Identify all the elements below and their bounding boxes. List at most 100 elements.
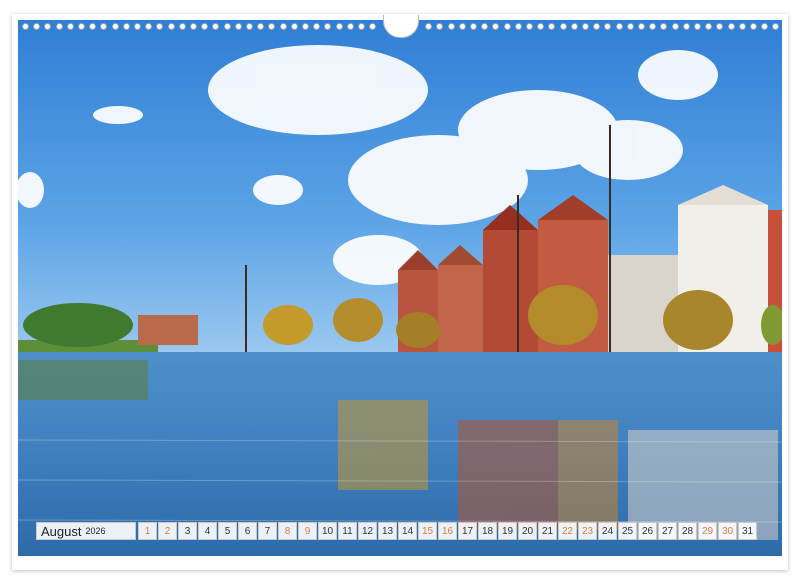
binding-hole — [156, 23, 164, 30]
binding-hole — [559, 23, 567, 30]
day-cell: 13 — [378, 522, 397, 540]
harbour-photo — [18, 20, 782, 556]
binding-hole — [111, 23, 119, 30]
binding-hole — [503, 23, 511, 30]
binding-hole — [234, 23, 242, 30]
binding-hole — [750, 23, 757, 30]
binding-hole — [167, 23, 175, 30]
binding-hole — [246, 23, 253, 30]
binding-hole — [660, 23, 668, 30]
day-cell: 10 — [318, 522, 337, 540]
day-cell: 24 — [598, 522, 617, 540]
binding-hole — [593, 23, 601, 30]
binding-hole — [649, 23, 657, 30]
binding-hole — [268, 23, 276, 30]
day-cell: 4 — [198, 522, 217, 540]
binding-hole — [335, 23, 343, 30]
day-cell: 22 — [558, 522, 577, 540]
day-cell: 16 — [438, 522, 457, 540]
day-cell: 6 — [238, 522, 257, 540]
binding-hole — [615, 23, 623, 30]
binding-hole — [369, 23, 377, 30]
binding-hole — [55, 23, 63, 30]
binding-hole — [716, 23, 724, 30]
binding-hole — [257, 23, 265, 30]
calendar-bar: August 2026 1 2 3 4 5 6 7 8 9 10 11 12 13 14 15 16 17 18 1… — [36, 520, 766, 542]
binding-hole — [302, 23, 309, 30]
binding-hole — [89, 23, 97, 30]
day-cell: 3 — [178, 522, 197, 540]
binding-hole — [537, 23, 545, 30]
day-cell: 20 — [518, 522, 537, 540]
day-cell: 5 — [218, 522, 237, 540]
day-cell: 29 — [698, 522, 717, 540]
binding-hole — [582, 23, 589, 30]
day-cell: 12 — [358, 522, 377, 540]
day-cell: 21 — [538, 522, 557, 540]
binding-hole — [212, 23, 220, 30]
day-cell: 30 — [718, 522, 737, 540]
binding-hole — [447, 23, 455, 30]
binding-hole — [514, 23, 522, 30]
day-cell: 27 — [658, 522, 677, 540]
binding-hole — [44, 23, 52, 30]
binding-hole — [436, 23, 444, 30]
binding-hole — [122, 23, 130, 30]
binding-hole — [78, 23, 85, 30]
day-cell: 14 — [398, 522, 417, 540]
day-cell: 1 — [138, 522, 157, 540]
day-cells: 1 2 3 4 5 6 7 8 9 10 11 12 13 14 15 16 17 18 19 20 21 22 23 24 2… — [138, 522, 757, 540]
day-cell: 18 — [478, 522, 497, 540]
day-cell: 25 — [618, 522, 637, 540]
binding-hole — [223, 23, 231, 30]
binding-hole — [638, 23, 645, 30]
binding-hole — [100, 23, 108, 30]
binding-hole — [22, 23, 29, 30]
year-label: 2026 — [85, 526, 106, 536]
month-name: August — [41, 523, 82, 539]
binding-hole — [671, 23, 679, 30]
day-cell: 19 — [498, 522, 517, 540]
binding-hole — [548, 23, 556, 30]
binding-hole — [705, 23, 713, 30]
day-cell: 28 — [678, 522, 697, 540]
binding-hole — [313, 23, 321, 30]
binding-hole — [134, 23, 141, 30]
binding-hole — [290, 23, 298, 30]
binding-hole — [470, 23, 477, 30]
binding-hole — [772, 23, 780, 30]
binding-hole — [458, 23, 466, 30]
binding-hole — [526, 23, 533, 30]
binding-hole — [481, 23, 489, 30]
day-cell: 23 — [578, 522, 597, 540]
binding-hole — [324, 23, 332, 30]
day-cell: 7 — [258, 522, 277, 540]
binding-hole — [492, 23, 500, 30]
binding-hole — [33, 23, 41, 30]
day-cell: 17 — [458, 522, 477, 540]
binding-hole — [145, 23, 153, 30]
binding-hole — [66, 23, 74, 30]
binding-hole — [626, 23, 634, 30]
binding-hole — [727, 23, 735, 30]
binding-hole — [425, 23, 433, 30]
binding-hole — [201, 23, 209, 30]
binding-hole — [570, 23, 578, 30]
binding-hole — [738, 23, 746, 30]
day-cell: 8 — [278, 522, 297, 540]
binding-hole — [682, 23, 690, 30]
binding-hole — [761, 23, 769, 30]
month-label: August 2026 — [36, 522, 136, 540]
binding-hole — [694, 23, 701, 30]
binding-hole — [279, 23, 287, 30]
day-cell: 2 — [158, 522, 177, 540]
day-cell: 9 — [298, 522, 317, 540]
binding-hole — [604, 23, 612, 30]
day-cell: 11 — [338, 522, 357, 540]
binding-hole — [346, 23, 354, 30]
binding-hole — [358, 23, 365, 30]
day-cell: 26 — [638, 522, 657, 540]
day-cell: 31 — [738, 522, 757, 540]
day-cell: 15 — [418, 522, 437, 540]
binding-hole — [178, 23, 186, 30]
